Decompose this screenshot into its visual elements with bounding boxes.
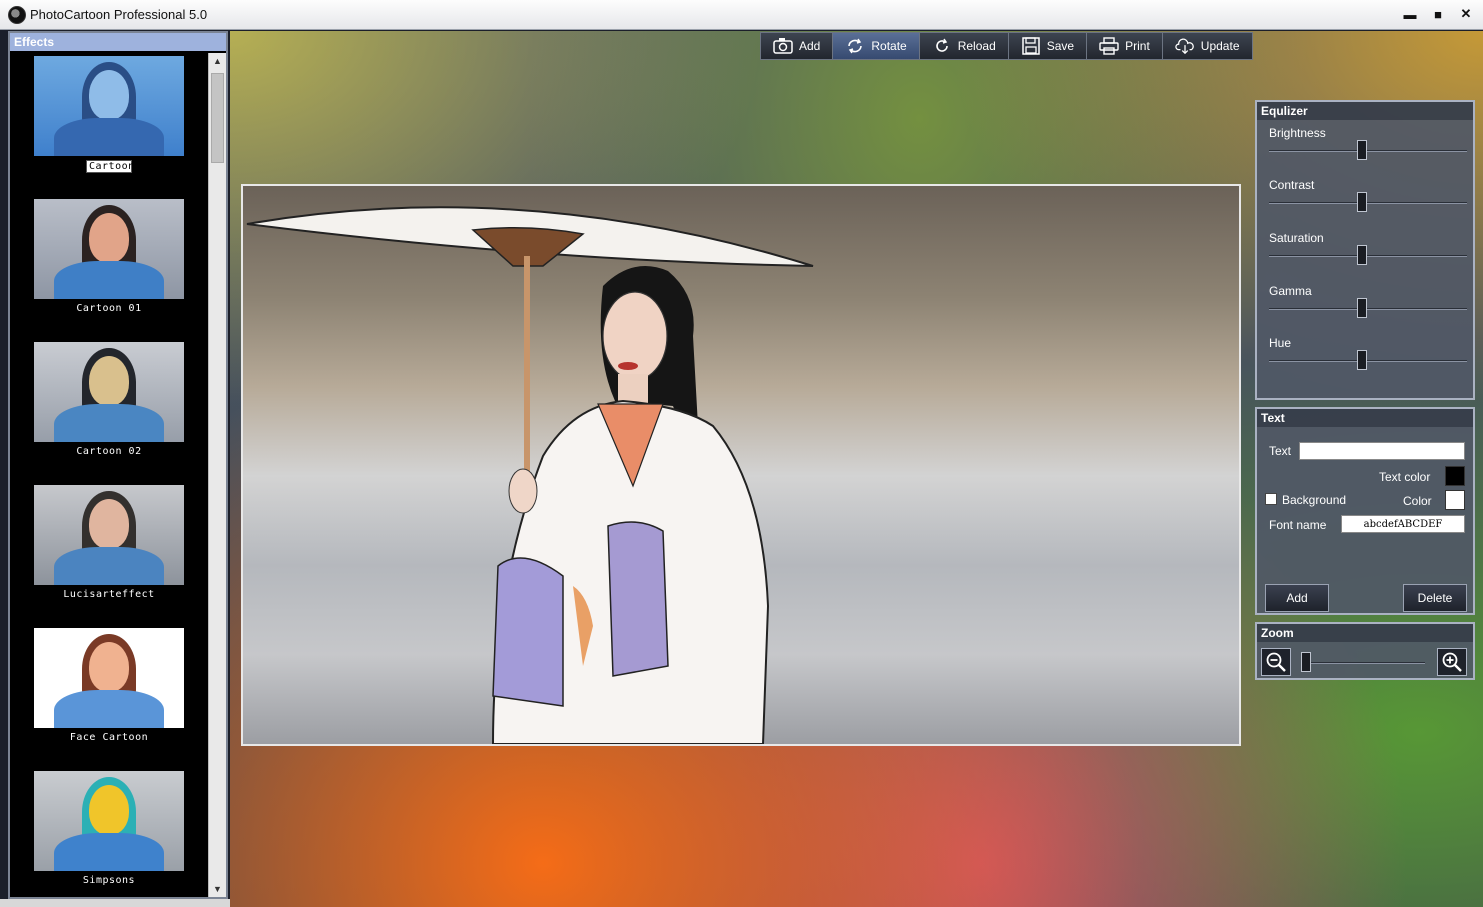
gamma-label: Gamma — [1269, 284, 1312, 298]
text-panel-title: Text — [1257, 409, 1473, 427]
update-button[interactable]: Update — [1161, 32, 1253, 60]
effects-panel: Effects Cartoon Cartoon 01 Cartoon 02 Lu… — [8, 31, 228, 899]
slider-thumb[interactable] — [1357, 140, 1367, 160]
minimize-button[interactable]: ▬ — [1399, 4, 1421, 24]
zoom-slider-thumb[interactable] — [1301, 652, 1311, 672]
effect-label: Lucisarteffect — [63, 589, 155, 600]
effect-label: Cartoon 01 — [76, 303, 142, 314]
text-color-label: Text color — [1379, 470, 1431, 484]
gamma-slider[interactable]: Gamma — [1269, 284, 1467, 318]
saturation-label: Saturation — [1269, 231, 1324, 245]
background-color-swatch[interactable] — [1445, 490, 1465, 510]
background-checkbox[interactable] — [1265, 493, 1277, 505]
rotate-icon — [845, 36, 865, 56]
font-name-label: Font name — [1269, 518, 1327, 532]
add-text-button[interactable]: Add — [1265, 584, 1329, 612]
photo-content — [246, 206, 814, 744]
hue-slider[interactable]: Hue — [1269, 336, 1467, 370]
brightness-slider[interactable]: Brightness — [1269, 126, 1467, 160]
camera-icon — [773, 36, 793, 56]
print-label: Print — [1125, 39, 1150, 53]
effect-thumbnail — [34, 342, 184, 442]
window-title: PhotoCartoon Professional 5.0 — [30, 7, 208, 22]
zoom-out-icon — [1266, 652, 1286, 672]
text-color-swatch[interactable] — [1445, 466, 1465, 486]
effects-scrollbar[interactable]: ▲ ▼ — [208, 53, 226, 897]
zoom-in-icon — [1442, 652, 1462, 672]
contrast-label: Contrast — [1269, 178, 1315, 192]
status-strip — [0, 899, 230, 907]
effect-label: Simpsons — [82, 875, 136, 886]
reload-label: Reload — [957, 39, 996, 53]
effect-thumbnail — [34, 628, 184, 728]
zoom-title: Zoom — [1257, 624, 1473, 642]
background-label: Background — [1282, 493, 1347, 507]
floppy-disk-icon — [1021, 36, 1041, 56]
text-label: Text — [1269, 444, 1292, 458]
effect-item-cartoon[interactable]: Cartoon — [34, 56, 184, 196]
zoom-slider-track[interactable] — [1307, 662, 1425, 664]
scroll-thumb[interactable] — [211, 73, 224, 163]
effects-header: Effects — [10, 33, 226, 51]
text-input[interactable] — [1299, 442, 1465, 460]
slider-track[interactable] — [1269, 150, 1467, 152]
image-canvas[interactable] — [241, 184, 1241, 746]
rotate-label: Rotate — [871, 39, 907, 53]
zoom-out-button[interactable] — [1261, 648, 1291, 676]
reload-button[interactable]: Reload — [918, 32, 1008, 60]
hue-label: Hue — [1269, 336, 1292, 350]
main-toolbar: Add Rotate Reload Save Print Update — [760, 32, 1253, 60]
reload-icon — [932, 36, 952, 56]
effect-item-lucisarteffect[interactable]: Lucisarteffect — [34, 485, 184, 625]
close-button[interactable]: ✕ — [1455, 4, 1477, 24]
add-label: Add — [799, 39, 821, 53]
slider-track[interactable] — [1269, 308, 1467, 310]
text-panel: Text Text Text color Background Color Fo… — [1255, 407, 1475, 615]
slider-track[interactable] — [1269, 360, 1467, 362]
effects-list: Cartoon Cartoon 01 Cartoon 02 Lucisartef… — [10, 53, 208, 897]
app-logo-icon — [8, 5, 26, 24]
scroll-up-arrow-icon[interactable]: ▲ — [209, 53, 226, 69]
slider-thumb[interactable] — [1357, 245, 1367, 265]
rotate-button[interactable]: Rotate — [832, 32, 919, 60]
equalizer-panel: Equlizer Brightness Contrast Saturation … — [1255, 100, 1475, 400]
effect-label: Cartoon 02 — [76, 446, 142, 457]
save-button[interactable]: Save — [1007, 32, 1087, 60]
title-bar: PhotoCartoon Professional 5.0 ▬ ■ ✕ — [0, 0, 1483, 30]
effect-thumbnail — [34, 199, 184, 299]
update-label: Update — [1200, 39, 1240, 53]
cloud-download-icon — [1175, 36, 1195, 56]
slider-thumb[interactable] — [1357, 350, 1367, 370]
effect-thumbnail — [34, 485, 184, 585]
scroll-down-arrow-icon[interactable]: ▼ — [209, 881, 226, 897]
zoom-in-button[interactable] — [1437, 648, 1467, 676]
effect-thumbnail — [34, 56, 184, 156]
slider-thumb[interactable] — [1357, 298, 1367, 318]
window-controls: ▬ ■ ✕ — [1399, 4, 1477, 24]
slider-track[interactable] — [1269, 255, 1467, 257]
effect-item-simpsons[interactable]: Simpsons — [34, 771, 184, 897]
printer-icon — [1099, 36, 1119, 56]
font-name-picker[interactable]: abcdefABCDEF — [1341, 515, 1465, 533]
effect-thumbnail — [34, 771, 184, 871]
effect-label: Face Cartoon — [69, 732, 149, 743]
slider-track[interactable] — [1269, 202, 1467, 204]
brightness-label: Brightness — [1269, 126, 1326, 140]
zoom-panel: Zoom — [1255, 622, 1475, 680]
color-label: Color — [1403, 494, 1432, 508]
effect-label: Cartoon — [86, 160, 134, 173]
save-label: Save — [1046, 39, 1075, 53]
maximize-button[interactable]: ■ — [1427, 4, 1449, 24]
effect-item-cartoon-02[interactable]: Cartoon 02 — [34, 342, 184, 482]
print-button[interactable]: Print — [1086, 32, 1162, 60]
slider-thumb[interactable] — [1357, 192, 1367, 212]
add-button[interactable]: Add — [760, 32, 833, 60]
equalizer-title: Equlizer — [1257, 102, 1473, 120]
delete-text-button[interactable]: Delete — [1403, 584, 1467, 612]
contrast-slider[interactable]: Contrast — [1269, 178, 1467, 212]
saturation-slider[interactable]: Saturation — [1269, 231, 1467, 265]
effect-item-face-cartoon[interactable]: Face Cartoon — [34, 628, 184, 768]
effect-item-cartoon-01[interactable]: Cartoon 01 — [34, 199, 184, 339]
